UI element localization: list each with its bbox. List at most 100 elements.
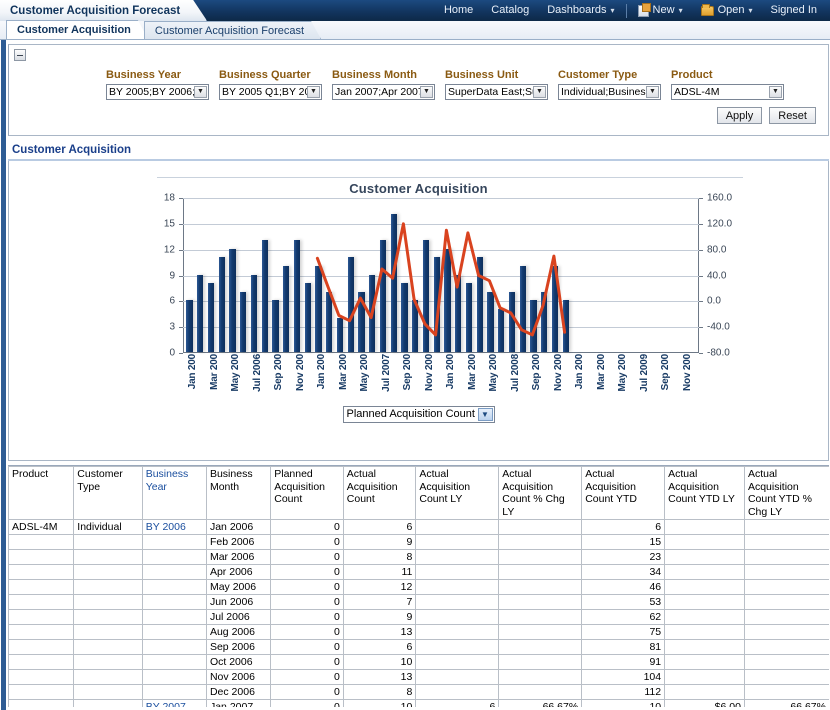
bar[interactable] xyxy=(283,265,290,352)
cell-ctype xyxy=(73,669,143,685)
col-actual-acquisition-count[interactable]: Actual Acquisition Count xyxy=(342,466,417,520)
y-axis-tick-label: 15 xyxy=(163,218,175,230)
business-year-select[interactable]: BY 2005;BY 2006;B ▼ xyxy=(106,84,209,100)
business-month-value: Jan 2007;Apr 2007; xyxy=(335,86,427,98)
nav-home[interactable]: Home xyxy=(435,0,482,21)
bar[interactable] xyxy=(229,248,236,352)
col-product[interactable]: Product xyxy=(8,466,75,520)
nav-catalog[interactable]: Catalog xyxy=(482,0,538,21)
bar[interactable] xyxy=(487,291,494,352)
bar[interactable] xyxy=(218,257,225,352)
cell-actual: 8 xyxy=(342,549,417,565)
bar[interactable] xyxy=(347,257,354,352)
bar[interactable] xyxy=(261,240,268,352)
bar[interactable] xyxy=(422,240,430,352)
x-axis-tick-labels: Jan 200 Mar 200 May 200 Jul 2006 Sep 200 Nov … xyxy=(184,354,700,400)
chevron-down-icon: ▼ xyxy=(533,86,546,98)
col-planned-acquisition-count[interactable]: Planned Acquisition Count xyxy=(270,466,344,520)
bar[interactable] xyxy=(197,274,204,352)
chevron-down-icon: ▾ xyxy=(678,6,683,15)
bar[interactable] xyxy=(390,214,397,352)
product-select[interactable]: ADSL-4M ▼ xyxy=(671,84,784,100)
bar[interactable] xyxy=(562,300,569,352)
bar[interactable] xyxy=(498,308,505,352)
col-actual-acquisition-count-pct-chg-ly[interactable]: Actual Acquisition Count % Chg LY xyxy=(498,466,583,520)
x-axis-tick-label: Nov 200 xyxy=(423,354,435,391)
bar[interactable] xyxy=(304,283,311,352)
col-actual-acquisition-count-ytd-pct-chg-ly[interactable]: Actual Acquisition Count YTD % Chg LY xyxy=(743,466,829,520)
cell-ytd-pct xyxy=(743,519,829,535)
bar[interactable] xyxy=(207,283,215,352)
bar[interactable] xyxy=(455,274,462,352)
col-business-month[interactable]: Business Month xyxy=(205,466,272,520)
bar[interactable] xyxy=(508,291,516,352)
bar[interactable] xyxy=(444,248,451,352)
cell-ytd-ly xyxy=(664,534,745,550)
collapse-minus-icon[interactable] xyxy=(14,49,26,61)
bar[interactable] xyxy=(186,300,193,352)
measure-selector[interactable]: Planned Acquisition Count ▼ xyxy=(342,406,495,423)
cell-ytd: 6 xyxy=(581,519,666,535)
bar[interactable] xyxy=(272,300,279,352)
bar[interactable] xyxy=(401,283,408,352)
nav-new[interactable]: New ▾ xyxy=(629,0,692,21)
table-row: Nov 2006 0 13 104 xyxy=(8,669,829,685)
cell-byear xyxy=(141,609,207,625)
bar[interactable] xyxy=(369,274,376,352)
cell-byear: BY 2006 xyxy=(141,519,207,535)
bar[interactable] xyxy=(541,291,548,352)
business-month-select[interactable]: Jan 2007;Apr 2007; ▼ xyxy=(332,84,435,100)
x-axis-tick-label: May 200 xyxy=(617,354,629,392)
bar[interactable] xyxy=(315,265,322,352)
bar[interactable] xyxy=(240,291,247,352)
nav-signed-in[interactable]: Signed In xyxy=(762,0,826,21)
bar[interactable] xyxy=(293,240,301,352)
y2-tick xyxy=(699,249,703,251)
bar[interactable] xyxy=(358,291,365,352)
x-axis-tick-label: Jul 2009 xyxy=(638,354,650,392)
x-axis-tick-label: May 200 xyxy=(359,354,371,392)
col-business-year[interactable]: Business Year xyxy=(141,466,207,520)
x-axis-tick-label: Sep 200 xyxy=(660,354,672,391)
reset-button[interactable]: Reset xyxy=(769,107,816,124)
cell-bmonth: Nov 2006 xyxy=(205,669,272,685)
col-actual-acquisition-count-ytd-ly[interactable]: Actual Acquisition Count YTD LY xyxy=(664,466,745,520)
bar[interactable] xyxy=(379,240,387,352)
bar[interactable] xyxy=(326,291,333,352)
bar[interactable] xyxy=(519,265,526,352)
cell-actual-ly: 6 xyxy=(415,699,500,707)
col-customer-type[interactable]: Customer Type xyxy=(73,466,143,520)
bar[interactable] xyxy=(530,300,537,352)
nav-open[interactable]: Open ▾ xyxy=(692,0,762,21)
chevron-down-icon: ▼ xyxy=(477,408,493,421)
cell-actual: 6 xyxy=(342,639,417,655)
tab-customer-acquisition-forecast[interactable]: Customer Acquisition Forecast xyxy=(144,21,321,39)
bar[interactable] xyxy=(433,257,440,352)
y-axis-tick-label: 18 xyxy=(163,192,175,204)
col-actual-acquisition-count-ytd[interactable]: Actual Acquisition Count YTD xyxy=(581,466,666,520)
business-unit-select[interactable]: SuperData East;Sup ▼ xyxy=(445,84,548,100)
cell-product xyxy=(8,594,75,610)
bar[interactable] xyxy=(476,257,483,352)
tab-customer-acquisition-forecast-label: Customer Acquisition Forecast xyxy=(154,25,305,37)
chart-customer-acquisition: Customer Acquisition 0 3 6 9 12 15 18 -80.0 -40.… xyxy=(9,161,828,439)
tab-customer-acquisition[interactable]: Customer Acquisition xyxy=(6,20,148,39)
col-actual-acquisition-count-ly[interactable]: Actual Acquisition Count LY xyxy=(415,466,500,520)
customer-type-select[interactable]: Individual;Business; ▼ xyxy=(558,84,661,100)
app-title-tab[interactable]: Customer Acquisition Forecast xyxy=(0,0,207,21)
cell-ytd: 75 xyxy=(581,624,666,640)
bar[interactable] xyxy=(250,274,258,352)
bar[interactable] xyxy=(336,317,344,352)
app-title: Customer Acquisition Forecast xyxy=(10,4,181,17)
nav-dashboards[interactable]: Dashboards ▾ xyxy=(538,0,623,21)
customer-type-value: Individual;Business; xyxy=(561,86,654,98)
cell-ytd-ly xyxy=(664,594,745,610)
business-quarter-select[interactable]: BY 2005 Q1;BY 200 ▼ xyxy=(219,84,322,100)
cell-actual-ly xyxy=(415,609,500,625)
apply-button[interactable]: Apply xyxy=(716,107,763,124)
bar[interactable] xyxy=(465,283,473,352)
bar[interactable] xyxy=(551,265,559,352)
cell-product xyxy=(8,639,75,655)
bar[interactable] xyxy=(412,300,419,352)
nav-divider xyxy=(625,3,627,18)
